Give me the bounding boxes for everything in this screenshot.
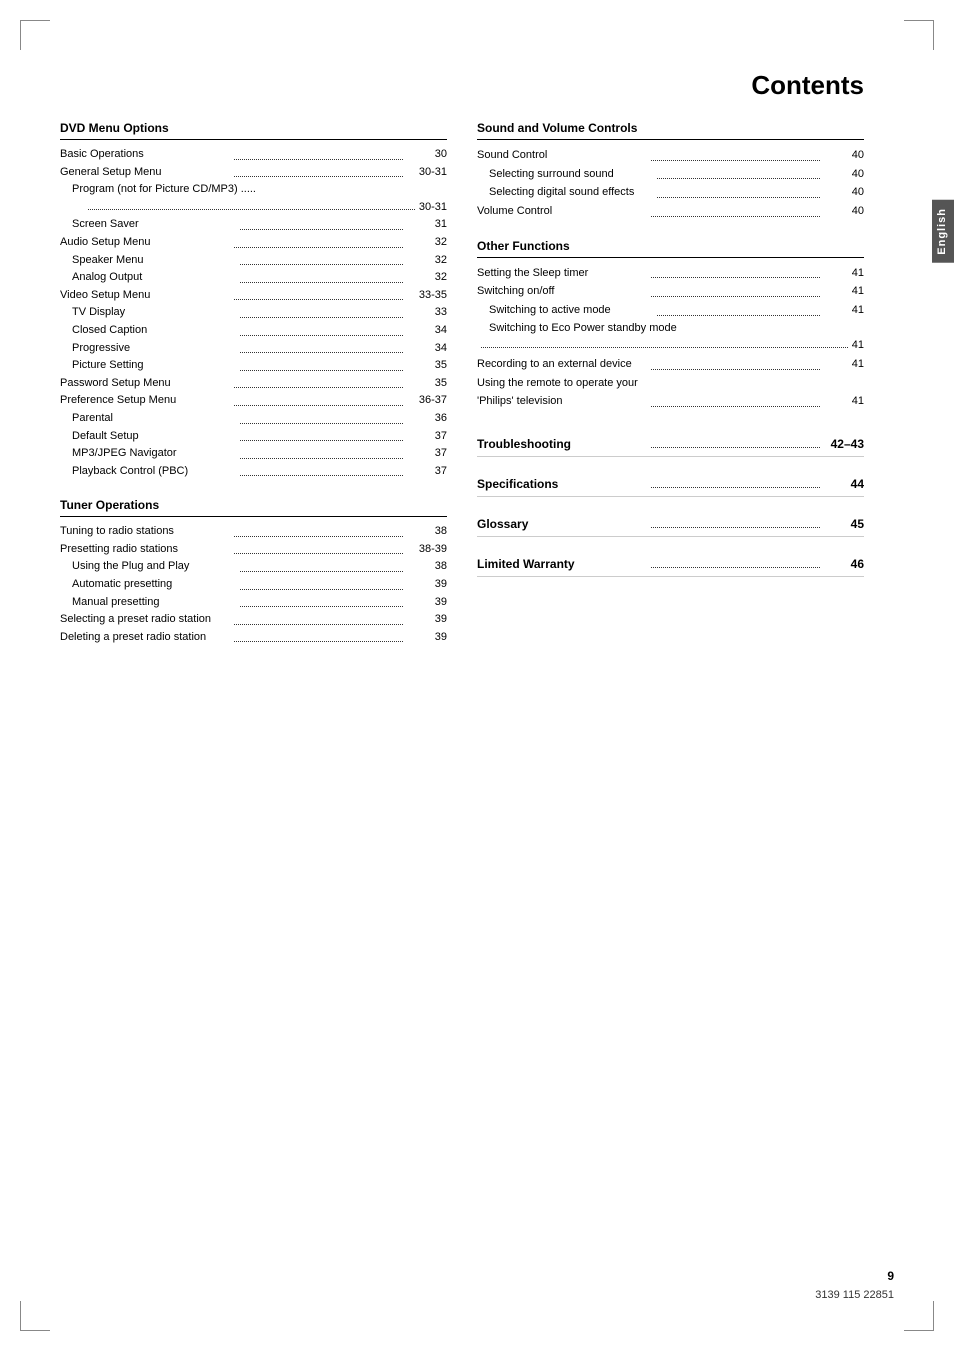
toc-entry-eco-power: Switching to Eco Power standby mode 41 xyxy=(477,320,864,355)
section-other-functions: Other Functions Setting the Sleep timer … xyxy=(477,239,864,411)
toc-entry-sound-control: Sound Control 40 xyxy=(477,146,864,165)
entry-troubleshooting: Troubleshooting 42–43 xyxy=(477,429,864,457)
toc-entry-password-setup: Password Setup Menu 35 xyxy=(60,375,447,393)
toc-entry-select-preset: Selecting a preset radio station 39 xyxy=(60,611,447,629)
section-glossary: Glossary 45 xyxy=(477,509,864,537)
toc-entry-tv-display: TV Display 33 xyxy=(60,304,447,322)
toc-entry-default-setup: Default Setup 37 xyxy=(60,428,447,446)
toc-entry-switching-onoff: Switching on/off 41 xyxy=(477,282,864,301)
toc-entry-using-remote-line1: Using the remote to operate your xyxy=(477,374,864,393)
toc-entry-delete-preset: Deleting a preset radio station 39 xyxy=(60,629,447,647)
toc-entry-recording: Recording to an external device 41 xyxy=(477,355,864,374)
toc-entry-speaker-menu: Speaker Menu 32 xyxy=(60,252,447,270)
page-title: Contents xyxy=(60,70,864,101)
corner-mark-tr xyxy=(904,20,934,50)
section-header-dvd: DVD Menu Options xyxy=(60,121,447,140)
toc-entry-plug-play: Using the Plug and Play 38 xyxy=(60,558,447,576)
section-header-other: Other Functions xyxy=(477,239,864,258)
corner-mark-br xyxy=(904,1301,934,1331)
page-number: 9 xyxy=(815,1269,894,1283)
section-sound: Sound and Volume Controls Sound Control … xyxy=(477,121,864,221)
left-column: DVD Menu Options Basic Operations 30 Gen… xyxy=(60,121,447,664)
section-dvd-menu: DVD Menu Options Basic Operations 30 Gen… xyxy=(60,121,447,480)
toc-entry-video-setup: Video Setup Menu 33-35 xyxy=(60,287,447,305)
section-limited-warranty: Limited Warranty 46 xyxy=(477,549,864,577)
toc-entry-volume-control: Volume Control 40 xyxy=(477,202,864,221)
toc-entry-program: Program (not for Picture CD/MP3) ..... 3… xyxy=(60,181,447,216)
content-area: DVD Menu Options Basic Operations 30 Gen… xyxy=(60,121,864,664)
page-bottom: 9 3139 115 22851 xyxy=(815,1269,894,1301)
toc-entry-preference-setup: Preference Setup Menu 36-37 xyxy=(60,392,447,410)
page: English Contents DVD Menu Options Basic … xyxy=(0,0,954,1351)
toc-entry-tuning: Tuning to radio stations 38 xyxy=(60,523,447,541)
toc-entry-surround: Selecting surround sound 40 xyxy=(477,165,864,184)
section-tuner-ops: Tuner Operations Tuning to radio station… xyxy=(60,498,447,646)
toc-entry-pbc: Playback Control (PBC) 37 xyxy=(60,463,447,481)
toc-entry-mp3-jpeg: MP3/JPEG Navigator 37 xyxy=(60,445,447,463)
toc-entry-using-remote-line2: 'Philips' television 41 xyxy=(477,392,864,411)
toc-entry-progressive: Progressive 34 xyxy=(60,340,447,358)
toc-entry-audio-setup: Audio Setup Menu 32 xyxy=(60,234,447,252)
right-column: Sound and Volume Controls Sound Control … xyxy=(477,121,864,664)
section-header-tuner: Tuner Operations xyxy=(60,498,447,517)
toc-entry-screen-saver: Screen Saver 31 xyxy=(60,216,447,234)
section-specifications: Specifications 44 xyxy=(477,469,864,497)
toc-entry-picture-setting: Picture Setting 35 xyxy=(60,357,447,375)
toc-entry-digital-sound: Selecting digital sound effects 40 xyxy=(477,183,864,202)
section-troubleshooting: Troubleshooting 42–43 xyxy=(477,429,864,457)
toc-entry-closed-caption: Closed Caption 34 xyxy=(60,322,447,340)
toc-entry-sleep-timer: Setting the Sleep timer 41 xyxy=(477,264,864,283)
toc-entry-analog-output: Analog Output 32 xyxy=(60,269,447,287)
entry-specifications: Specifications 44 xyxy=(477,469,864,497)
toc-entry-auto-preset: Automatic presetting 39 xyxy=(60,576,447,594)
english-tab: English xyxy=(932,200,954,263)
toc-entry-presetting: Presetting radio stations 38-39 xyxy=(60,541,447,559)
toc-entry-basic-ops: Basic Operations 30 xyxy=(60,146,447,164)
product-code: 3139 115 22851 xyxy=(815,1289,894,1301)
toc-entry-general-setup: General Setup Menu 30-31 xyxy=(60,164,447,182)
corner-mark-tl xyxy=(20,20,50,50)
toc-entry-active-mode: Switching to active mode 41 xyxy=(477,301,864,320)
toc-entry-parental: Parental 36 xyxy=(60,410,447,428)
corner-mark-bl xyxy=(20,1301,50,1331)
section-header-sound: Sound and Volume Controls xyxy=(477,121,864,140)
entry-glossary: Glossary 45 xyxy=(477,509,864,537)
toc-entry-manual-preset: Manual presetting 39 xyxy=(60,594,447,612)
entry-limited-warranty: Limited Warranty 46 xyxy=(477,549,864,577)
